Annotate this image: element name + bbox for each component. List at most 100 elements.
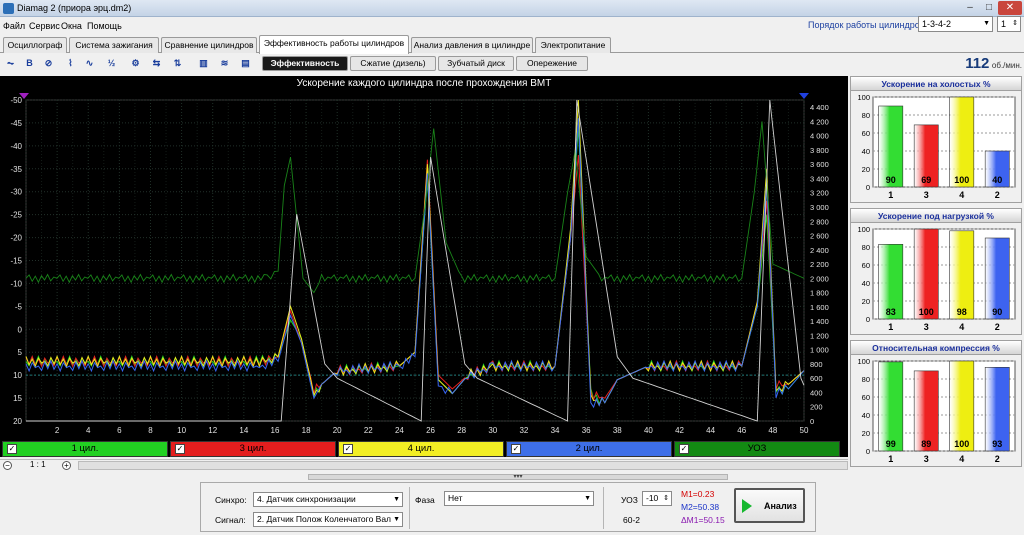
tab-efficiency[interactable]: Эффективность работы цилиндров [259,35,409,54]
chevron-down-icon: ▼ [391,493,400,506]
bar-panel-compression: Относительная компрессия % 0 20 40 60 80 100 9… [850,340,1022,467]
checkbox-checked-icon[interactable]: ✓ [679,444,689,454]
signal-label: Сигнал: [215,515,246,525]
channel-cyl4[interactable]: 4 цил. ✓ [338,441,504,457]
bar-chart-compression: 0 20 40 60 80 100 99 1 89 3 100 4 93 2 [857,357,1016,464]
close-button[interactable]: ✕ [998,1,1022,15]
bar-y-tick: 100 [857,93,870,102]
settings-icon[interactable]: ⚙ [128,56,143,71]
channel-label: УОЗ [747,443,767,454]
analyze-button[interactable]: Анализ [734,488,805,523]
collapse-handle[interactable]: ▾▾▾ [308,474,728,480]
channel-label: 1 цил. [71,443,99,454]
sync-select[interactable]: 4. Датчик синхронизации ▼ [253,492,403,507]
cylinder-count-spinner[interactable]: 1 ⇕ [997,16,1021,32]
bar-value-label: 93 [992,439,1002,449]
tab-oscilloscope[interactable]: Осциллограф [3,37,67,53]
subtab-diesel-compression[interactable]: Сжатие (дизель) [350,56,436,71]
bar-4 [949,360,975,452]
bar-category-label: 1 [888,454,893,464]
wave-icon[interactable]: ∿ [82,56,97,71]
menu-service[interactable]: Сервис [29,21,60,31]
bar-y-tick: 60 [862,261,870,270]
bar-chart-load: 0 20 40 60 80 100 83 1 100 3 98 4 90 2 [857,225,1016,332]
x-tick-label: 44 [706,426,715,435]
bar-panel-idle-acceleration: Ускорение на холостых % 0 20 40 60 80 100 90 1 6… [850,76,1022,203]
bar-value-label: 99 [886,439,896,449]
phase-value: Нет [448,493,463,503]
reset-icon[interactable]: ⊘ [41,56,56,71]
subtab-efficiency[interactable]: Эффективность [262,56,348,71]
bar-y-tick: 60 [862,393,870,402]
uoz-spinner[interactable]: -10 ⇕ [642,491,672,506]
maximize-button[interactable]: □ [980,1,998,15]
signal-select[interactable]: 2. Датчик Полож Коленчатого Вал ▼ [253,512,403,527]
bar-y-tick: 40 [862,411,870,420]
tab-pressure[interactable]: Анализ давления в цилиндре [411,37,533,53]
menu-help[interactable]: Помощь [87,21,122,31]
x-tick-label: 24 [395,426,404,435]
y-left-tick-label: -50 [10,96,22,105]
main-tabs: Осциллограф Система зажигания Сравнение … [0,35,1024,54]
zoom-in-button[interactable]: + [62,461,71,470]
fraction-icon[interactable]: ½ [104,56,119,71]
tab-cylinder-compare[interactable]: Сравнение цилиндров [161,37,257,53]
x-tick-label: 30 [488,426,497,435]
y-right-tick-label: 1 400 [810,317,829,326]
minimize-button[interactable]: – [961,1,979,15]
menu-file[interactable]: Файл [3,21,25,31]
y-left-tick-label: 10 [13,371,22,380]
cylinder-order-select[interactable]: 1-3-4-2 ▼ [918,16,993,32]
subtab-tooth-wheel[interactable]: Зубчатый диск [438,56,514,71]
y-right-tick-label: 4 000 [810,132,829,141]
bar-category-label: 3 [924,190,929,200]
checkbox-checked-icon[interactable]: ✓ [175,444,185,454]
tab-power[interactable]: Электропитание [535,37,611,53]
spinner-arrows-icon: ⇕ [661,492,669,505]
bold-b-icon[interactable]: B [22,56,37,71]
signal-icon[interactable]: ⏦ [3,56,18,71]
y-right-tick-label: 0 [810,417,814,426]
sync-label: Синхро: [215,495,247,505]
phase-select[interactable]: Нет ▼ [444,491,594,506]
channel-cyl1[interactable]: 1 цил. ✓ [2,441,168,457]
y-left-tick-label: 20 [13,417,22,426]
tab-ignition[interactable]: Система зажигания [69,37,159,53]
y-right-tick-label: 3 000 [810,203,829,212]
checkbox-checked-icon[interactable]: ✓ [343,444,353,454]
cylinder-count-value: 1 [1001,19,1007,29]
marker-m2: M2=50.38 [681,502,720,512]
flip-icon[interactable]: ⇅ [170,56,185,71]
zoom-out-button[interactable]: − [3,461,12,470]
x-tick-label: 42 [675,426,684,435]
menu-windows[interactable]: Окна [61,21,82,31]
waveform-icon[interactable]: ≋ [217,56,232,71]
bar-value-label: 100 [919,307,934,317]
sync-icon[interactable]: ⇆ [149,56,164,71]
cylinder-order-label: Порядок работы цилиндров [808,20,925,30]
bar-chart-icon[interactable]: ▤ [238,56,253,71]
x-tick-label: 40 [644,426,653,435]
bar-4 [949,230,975,320]
x-tick-label: 38 [613,426,622,435]
channel-uoz[interactable]: УОЗ ✓ [674,441,840,457]
title-bar: Diamag 2 (приора эрц.dm2) – □ ✕ [0,0,1024,17]
checkbox-checked-icon[interactable]: ✓ [7,444,17,454]
subtab-advance[interactable]: Опережение [516,56,588,71]
channel-cyl3[interactable]: 3 цил. ✓ [170,441,336,457]
curve-marker-icon[interactable]: ⌇ [63,56,78,71]
bar-category-label: 1 [888,190,893,200]
horizontal-scrollbar[interactable] [78,461,848,470]
cylinders-icon[interactable]: ▥ [196,56,211,71]
x-tick-label: 16 [271,426,280,435]
checkbox-checked-icon[interactable]: ✓ [511,444,521,454]
oscillogram-chart[interactable]: -50 -45 -40 -35 -30 -25 -20 -15 -10 -5 0 5 10 15 20 0 20… [0,76,848,457]
play-icon [742,499,752,513]
y-right-tick-label: 1 800 [810,289,829,298]
y-right-tick-label: 2 800 [810,217,829,226]
bar-category-label: 3 [924,322,929,332]
channel-cyl2[interactable]: 2 цил. ✓ [506,441,672,457]
x-tick-label: 20 [333,426,342,435]
chevron-down-icon: ▼ [983,20,990,27]
bar-category-label: 2 [995,322,1000,332]
